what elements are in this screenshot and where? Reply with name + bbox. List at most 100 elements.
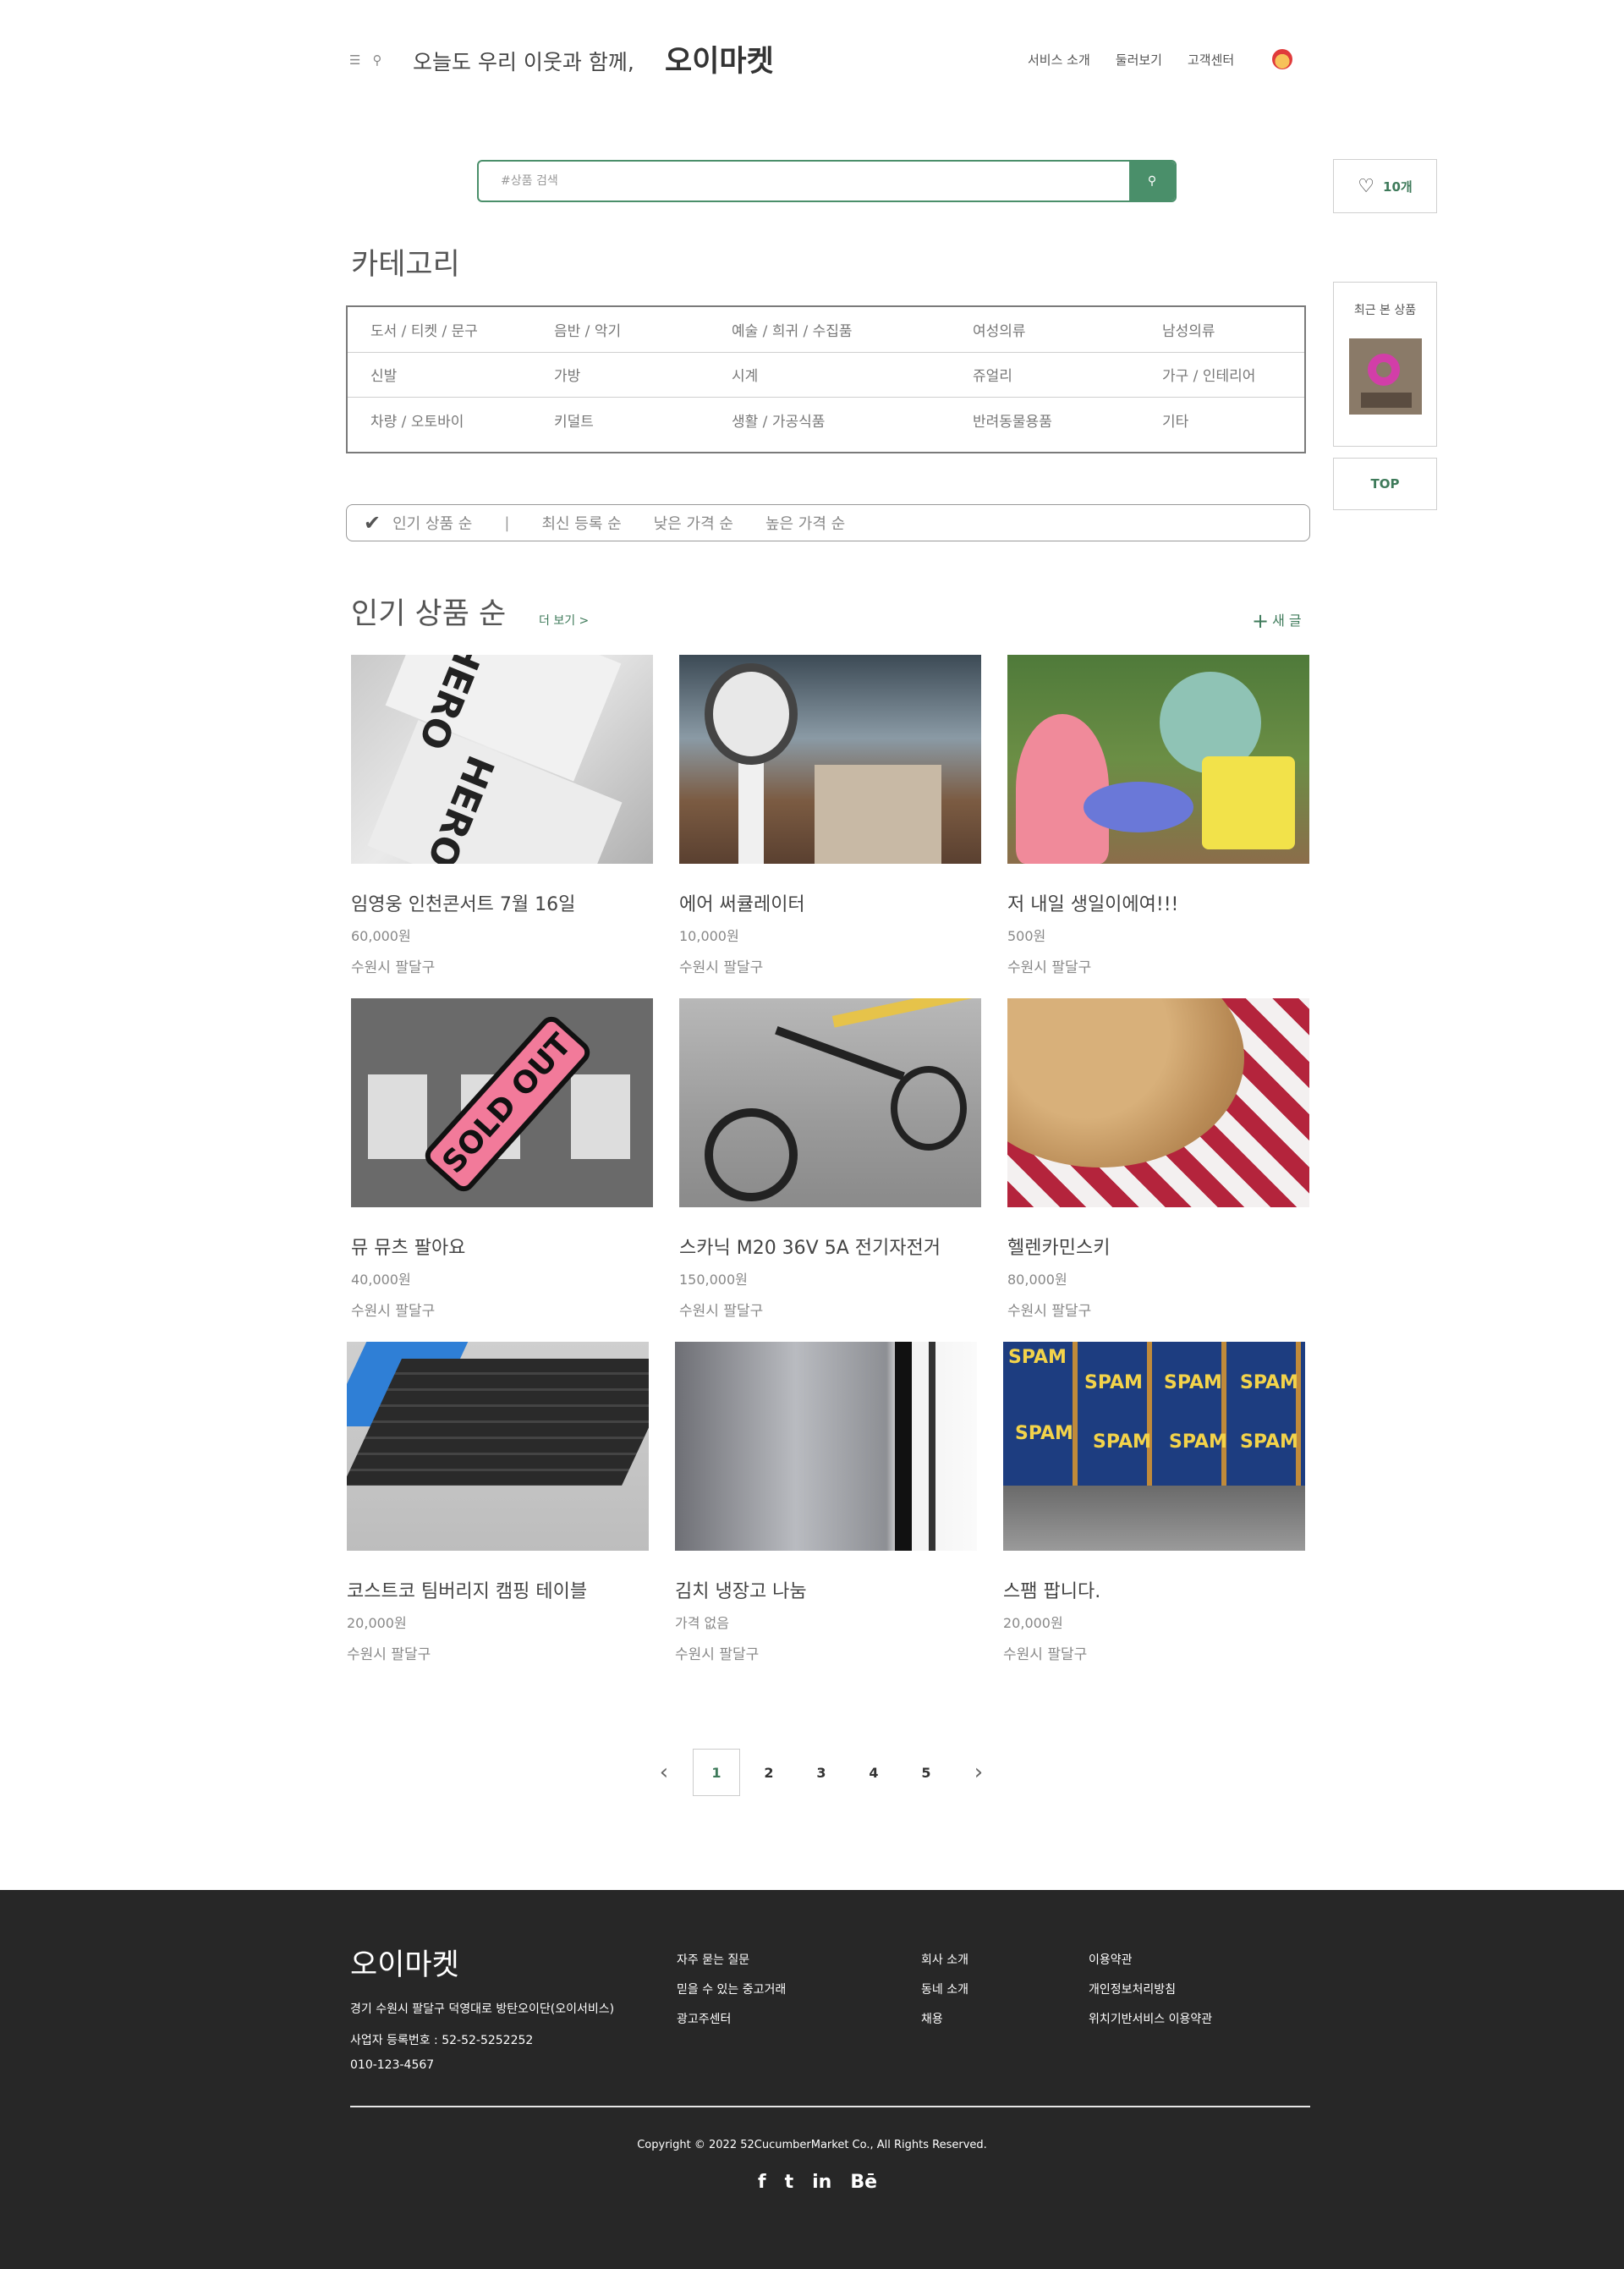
- linkedin-icon[interactable]: in: [812, 2172, 831, 2193]
- page-button[interactable]: 5: [903, 1749, 950, 1796]
- product-image[interactable]: HERO HERO: [351, 655, 653, 864]
- nav-service-intro[interactable]: 서비스 소개: [1028, 51, 1090, 69]
- category-item[interactable]: 쥬얼리: [973, 364, 1162, 385]
- category-item[interactable]: 차량 / 오토바이: [370, 409, 554, 431]
- product-name[interactable]: 김치 냉장고 나눔: [675, 1576, 977, 1603]
- new-post-button[interactable]: + 새 글: [1252, 609, 1302, 633]
- footer-link-privacy[interactable]: 개인정보처리방침: [1089, 1975, 1212, 2005]
- product-image[interactable]: [1007, 998, 1309, 1207]
- category-item[interactable]: 가방: [554, 364, 732, 385]
- search-icon[interactable]: ⚲: [372, 52, 381, 68]
- page-button-current[interactable]: 1: [693, 1749, 740, 1796]
- product-card[interactable]: HERO HERO 임영웅 인천콘서트 7월 16일 60,000원 수원시 팔…: [351, 655, 653, 976]
- page-button[interactable]: 3: [798, 1749, 845, 1796]
- product-image[interactable]: [675, 1342, 977, 1551]
- category-item[interactable]: 시계: [732, 364, 973, 385]
- logo[interactable]: 오이마켓: [665, 37, 774, 80]
- product-name[interactable]: 뮤 뮤츠 팔아요: [351, 1233, 653, 1260]
- product-name[interactable]: 임영웅 인천콘서트 7월 16일: [351, 889, 653, 916]
- product-card[interactable]: 헬렌카민스키 80,000원 수원시 팔달구: [1007, 998, 1309, 1320]
- top-button[interactable]: TOP: [1333, 458, 1437, 510]
- category-item[interactable]: 가구 / 인테리어: [1162, 364, 1255, 385]
- footer-link-location-terms[interactable]: 위치기반서비스 이용약관: [1089, 2005, 1212, 2035]
- likes-count: 10개: [1383, 179, 1413, 195]
- profile-avatar[interactable]: [1272, 49, 1292, 69]
- twitter-icon[interactable]: t: [785, 2172, 794, 2193]
- recent-product-thumbnail[interactable]: [1348, 338, 1422, 415]
- page-button[interactable]: 4: [850, 1749, 897, 1796]
- footer-copyright: Copyright © 2022 52CucumberMarket Co., A…: [637, 2139, 987, 2151]
- product-name[interactable]: 스카닉 M20 36V 5A 전기자전거: [679, 1233, 981, 1260]
- footer-link-terms[interactable]: 이용약관: [1089, 1946, 1212, 1975]
- facebook-icon[interactable]: f: [758, 2172, 766, 2193]
- new-post-label: 새 글: [1272, 613, 1302, 629]
- product-image[interactable]: [347, 1342, 649, 1551]
- footer-phone: 010-123-4567: [350, 2058, 435, 2072]
- product-name[interactable]: 헬렌카민스키: [1007, 1233, 1309, 1260]
- category-item[interactable]: 남성의류: [1162, 319, 1215, 340]
- nav-customer-center[interactable]: 고객센터: [1188, 51, 1234, 69]
- category-row: 차량 / 오토바이 키덜트 생활 / 가공식품 반려동물용품 기타: [348, 398, 1304, 443]
- category-item[interactable]: 키덜트: [554, 409, 732, 431]
- category-item[interactable]: 예술 / 희귀 / 수집품: [732, 319, 973, 340]
- product-card[interactable]: 김치 냉장고 나눔 가격 없음 수원시 팔달구: [675, 1342, 977, 1663]
- sort-option-high-price[interactable]: 높은 가격 순: [765, 512, 845, 534]
- product-card[interactable]: 에어 써큘레이터 10,000원 수원시 팔달구: [679, 655, 981, 976]
- category-item[interactable]: 기타: [1162, 409, 1188, 431]
- footer-link-company[interactable]: 회사 소개: [921, 1946, 968, 1975]
- product-name[interactable]: 에어 써큘레이터: [679, 889, 981, 916]
- product-location: 수원시 팔달구: [675, 1646, 760, 1663]
- category-item[interactable]: 신발: [370, 364, 554, 385]
- product-card[interactable]: 코스트코 팀버리지 캠핑 테이블 20,000원 수원시 팔달구: [347, 1342, 649, 1663]
- footer-link-neighborhood[interactable]: 동네 소개: [921, 1975, 968, 2005]
- category-item[interactable]: 도서 / 티켓 / 문구: [370, 319, 554, 340]
- product-location: 수원시 팔달구: [1003, 1646, 1088, 1663]
- category-item[interactable]: 생활 / 가공식품: [732, 409, 973, 431]
- footer-divider: [350, 2106, 1310, 2107]
- page-button[interactable]: 2: [745, 1749, 793, 1796]
- sort-option-low-price[interactable]: 낮은 가격 순: [654, 512, 733, 534]
- footer-link-trusted-trade[interactable]: 믿을 수 있는 중고거래: [677, 1975, 786, 2005]
- product-price: 60,000원: [351, 928, 411, 944]
- hamburger-icon[interactable]: ☰: [349, 52, 360, 68]
- social-links: f t in Bē: [758, 2172, 877, 2193]
- product-image[interactable]: [679, 655, 981, 864]
- product-price: 80,000원: [1007, 1272, 1067, 1288]
- footer-business-number: 사업자 등록번호 : 52-52-5252252: [350, 2034, 534, 2047]
- product-image[interactable]: [679, 998, 981, 1207]
- footer-links-policy: 이용약관 개인정보처리방침 위치기반서비스 이용약관: [1089, 1946, 1212, 2035]
- product-image[interactable]: [1007, 655, 1309, 864]
- nav-browse[interactable]: 둘러보기: [1116, 51, 1162, 69]
- footer-link-careers[interactable]: 채용: [921, 2005, 968, 2035]
- sort-option-newest[interactable]: 최신 등록 순: [541, 512, 621, 534]
- product-card[interactable]: SOLD OUT 뮤 뮤츠 팔아요 40,000원 수원시 팔달구: [351, 998, 653, 1320]
- likes-box[interactable]: ♡ 10개: [1333, 159, 1437, 213]
- category-item[interactable]: 반려동물용품: [973, 409, 1162, 431]
- product-price: 가격 없음: [675, 1615, 729, 1631]
- product-image[interactable]: SPAM SPAM SPAM SPAM SPAM SPAM SPAM SPAM: [1003, 1342, 1305, 1551]
- product-image[interactable]: SOLD OUT: [351, 998, 653, 1207]
- product-name[interactable]: 코스트코 팀버리지 캠핑 테이블: [347, 1576, 649, 1603]
- product-name[interactable]: 저 내일 생일이에여!!!: [1007, 889, 1309, 916]
- product-location: 수원시 팔달구: [347, 1646, 431, 1663]
- recent-products-box: 최근 본 상품: [1333, 282, 1437, 447]
- more-link[interactable]: 더 보기 >: [539, 612, 589, 629]
- search-button[interactable]: ⚲: [1129, 162, 1175, 201]
- footer-link-faq[interactable]: 자주 묻는 질문: [677, 1946, 786, 1975]
- next-page-button[interactable]: ›: [955, 1749, 1002, 1796]
- product-price: 500원: [1007, 928, 1046, 944]
- search-input[interactable]: [479, 162, 1122, 201]
- category-item[interactable]: 여성의류: [973, 319, 1162, 340]
- footer-link-advertiser[interactable]: 광고주센터: [677, 2005, 786, 2035]
- sort-separator: |: [504, 514, 510, 532]
- category-title: 카테고리: [351, 248, 460, 282]
- product-location: 수원시 팔달구: [679, 1303, 764, 1320]
- behance-icon[interactable]: Bē: [850, 2172, 877, 2193]
- category-item[interactable]: 음반 / 악기: [554, 319, 732, 340]
- sort-option-popular[interactable]: 인기 상품 순: [392, 512, 472, 534]
- prev-page-button[interactable]: ‹: [640, 1749, 688, 1796]
- product-card[interactable]: 스카닉 M20 36V 5A 전기자전거 150,000원 수원시 팔달구: [679, 998, 981, 1320]
- product-card[interactable]: 저 내일 생일이에여!!! 500원 수원시 팔달구: [1007, 655, 1309, 976]
- product-name[interactable]: 스팸 팝니다.: [1003, 1576, 1305, 1603]
- product-card[interactable]: SPAM SPAM SPAM SPAM SPAM SPAM SPAM SPAM …: [1003, 1342, 1305, 1663]
